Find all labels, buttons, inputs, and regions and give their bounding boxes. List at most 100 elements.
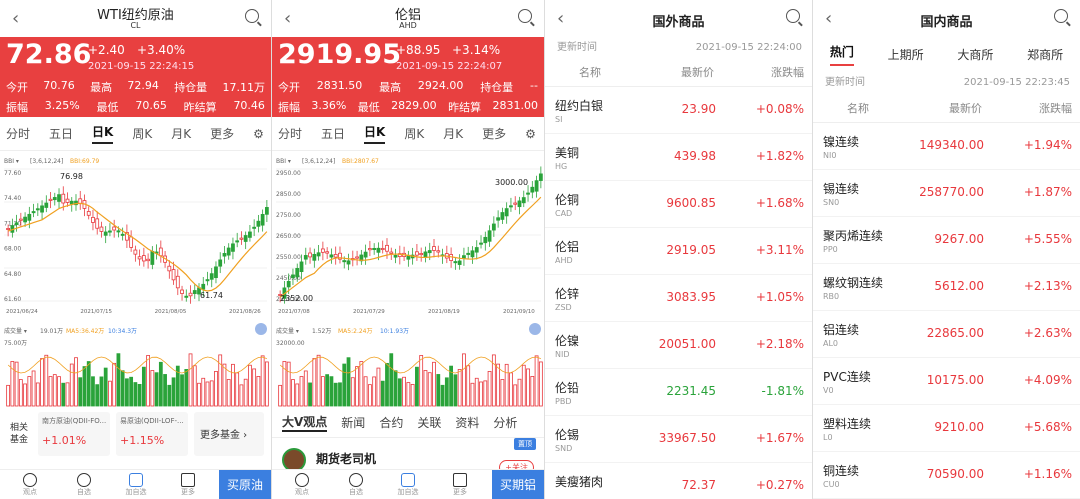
nav-viewpoint[interactable]: 观点 bbox=[288, 473, 316, 497]
volume-bar bbox=[146, 355, 150, 407]
commodity-code: SI bbox=[555, 115, 563, 124]
tab-shfe[interactable]: 上期所 bbox=[888, 46, 924, 63]
commodity-change: +2.63% bbox=[1023, 326, 1072, 340]
col-price[interactable]: 最新价 bbox=[949, 100, 982, 116]
volume-label: 成交量 ▾ bbox=[4, 327, 27, 335]
tab-5day[interactable]: 五日 bbox=[321, 125, 345, 142]
tab-contract[interactable]: 合约 bbox=[379, 414, 403, 431]
kline-chart[interactable]: BBI ▾ [3,6,12,24] BBI:2807.67 2950.00 2850.0… bbox=[272, 151, 544, 411]
commodity-name: 伦锌 bbox=[555, 287, 580, 301]
volume-bar bbox=[393, 370, 398, 407]
buy-aluminum-button[interactable]: 买期铝 bbox=[492, 470, 544, 499]
commodity-change: +5.68% bbox=[1023, 420, 1072, 434]
tab-daily-k[interactable]: 日K bbox=[92, 123, 114, 144]
candle-body bbox=[171, 269, 176, 281]
commodity-row[interactable]: 镍连续 NI0 149340.00 +1.94% bbox=[813, 123, 1080, 170]
author-name[interactable]: 期货老司机 bbox=[316, 450, 376, 467]
candle-body bbox=[526, 192, 530, 195]
commodity-row[interactable]: 伦铅 PBD 2231.45 -1.81% bbox=[545, 369, 812, 416]
price-change: +88.95 bbox=[396, 43, 441, 57]
tab-more[interactable]: 更多 bbox=[210, 125, 234, 142]
tab-weekly-k[interactable]: 周K bbox=[404, 125, 424, 142]
commodity-row[interactable]: 伦锌 ZSD 3083.95 +1.05% bbox=[545, 275, 812, 322]
tab-more[interactable]: 更多 bbox=[482, 125, 506, 142]
commodity-row[interactable]: 聚丙烯连续 PP0 9267.00 +5.55% bbox=[813, 217, 1080, 264]
volume-bar bbox=[163, 374, 167, 407]
more-funds-button[interactable]: 更多基金 › bbox=[194, 412, 264, 456]
col-price[interactable]: 最新价 bbox=[681, 64, 714, 80]
search-icon[interactable] bbox=[518, 9, 532, 23]
tab-intraday[interactable]: 分时 bbox=[6, 125, 30, 142]
col-change[interactable]: 涨跌幅 bbox=[1039, 100, 1072, 116]
commodity-row[interactable]: 美瘦猪肉 72.37 +0.27% bbox=[545, 463, 812, 499]
tab-5day[interactable]: 五日 bbox=[49, 125, 73, 142]
column-header: 名称 最新价 涨跌幅 bbox=[545, 59, 812, 87]
commodity-row[interactable]: 伦铝 AHD 2919.05 +3.11% bbox=[545, 228, 812, 275]
settings-icon[interactable]: ⚙ bbox=[525, 127, 536, 141]
commodity-row[interactable]: 铝连续 AL0 22865.00 +2.63% bbox=[813, 311, 1080, 358]
tab-intraday[interactable]: 分时 bbox=[278, 125, 302, 142]
nav-more[interactable]: 更多 bbox=[446, 473, 474, 497]
settings-icon[interactable]: ⚙ bbox=[253, 127, 264, 141]
volume-bar bbox=[457, 369, 462, 407]
update-label: 更新时间 bbox=[825, 77, 865, 88]
nav-more[interactable]: 更多 bbox=[174, 473, 202, 497]
nav-watchlist[interactable]: 自选 bbox=[70, 473, 98, 497]
commodity-row[interactable]: PVC连续 V0 10175.00 +4.09% bbox=[813, 358, 1080, 405]
fund-card[interactable]: 南方原油(QDII-FO... +1.01% bbox=[38, 412, 110, 456]
buy-oil-button[interactable]: 买原油 bbox=[219, 470, 271, 499]
nav-label: 更多 bbox=[181, 488, 195, 496]
commodity-row[interactable]: 螺纹钢连续 RB0 5612.00 +2.13% bbox=[813, 264, 1080, 311]
tab-info[interactable]: 资料 bbox=[455, 414, 479, 431]
search-icon[interactable] bbox=[245, 9, 259, 23]
fund-card[interactable]: 易原油(QDII-LOF-... +1.15% bbox=[116, 412, 188, 456]
commodity-change: +4.09% bbox=[1023, 373, 1072, 387]
tab-kol-views[interactable]: 大V观点 bbox=[282, 413, 328, 432]
commodity-price: 2231.45 bbox=[666, 384, 716, 398]
stat-label: 今开 bbox=[6, 81, 28, 94]
nav-add-watch[interactable]: 加自选 bbox=[122, 473, 150, 497]
tab-news[interactable]: 新闻 bbox=[341, 414, 365, 431]
tab-analysis[interactable]: 分析 bbox=[493, 414, 517, 431]
nav-add-watch[interactable]: 加自选 bbox=[394, 473, 422, 497]
tab-monthly-k[interactable]: 月K bbox=[443, 125, 463, 142]
candle-body bbox=[509, 205, 513, 208]
candle-body bbox=[146, 258, 150, 262]
commodity-row[interactable]: 塑料连续 L0 9210.00 +5.68% bbox=[813, 405, 1080, 452]
search-icon[interactable] bbox=[786, 9, 800, 23]
commodity-row[interactable]: 锡连续 SN0 258770.00 +1.87% bbox=[813, 170, 1080, 217]
commodity-row[interactable]: 伦铜 CAD 9600.85 +1.68% bbox=[545, 181, 812, 228]
volume-bar bbox=[410, 383, 415, 407]
exchange-tabs: 热门 上期所 大商所 郑商所 bbox=[813, 37, 1080, 71]
volume-bar bbox=[116, 353, 121, 407]
candle-body bbox=[133, 249, 138, 255]
commodity-row[interactable]: 美铜 HG 439.98 +1.82% bbox=[545, 134, 812, 181]
tab-related[interactable]: 关联 bbox=[417, 414, 441, 431]
tab-monthly-k[interactable]: 月K bbox=[171, 125, 191, 142]
volume-bar bbox=[380, 380, 385, 407]
commodity-name: 美铜 bbox=[555, 146, 580, 160]
tab-czce[interactable]: 郑商所 bbox=[1027, 46, 1063, 63]
commodity-row[interactable]: 纽约白银 SI 23.90 +0.08% bbox=[545, 87, 812, 134]
candle-body bbox=[27, 213, 32, 221]
tab-hot[interactable]: 热门 bbox=[829, 43, 854, 66]
kline-chart[interactable]: BBI ▾[3,6,12,24]BBI:69.7977.6074.4071.20… bbox=[0, 151, 271, 411]
commodity-row[interactable]: 铜连续 CU0 70590.00 +1.16% bbox=[813, 452, 1080, 499]
tab-dce[interactable]: 大商所 bbox=[957, 46, 993, 63]
candle-body bbox=[376, 247, 381, 253]
grid-icon bbox=[453, 473, 467, 487]
volume-bar bbox=[264, 361, 269, 407]
commodity-row[interactable]: 伦镍 NID 20051.00 +2.18% bbox=[545, 322, 812, 369]
stat-value: 2924.00 bbox=[417, 79, 464, 92]
volume-bar bbox=[462, 353, 466, 407]
volume-ma10: 10:1.93万 bbox=[380, 328, 409, 335]
nav-viewpoint[interactable]: 观点 bbox=[16, 473, 44, 497]
col-change[interactable]: 涨跌幅 bbox=[771, 64, 804, 80]
search-icon[interactable] bbox=[1054, 9, 1068, 23]
tab-weekly-k[interactable]: 周K bbox=[132, 125, 152, 142]
volume-bar bbox=[78, 377, 83, 407]
tab-daily-k[interactable]: 日K bbox=[364, 123, 386, 144]
commodity-row[interactable]: 伦锡 SND 33967.50 +1.67% bbox=[545, 416, 812, 463]
nav-watchlist[interactable]: 自选 bbox=[342, 473, 370, 497]
volume-bar bbox=[363, 376, 368, 407]
